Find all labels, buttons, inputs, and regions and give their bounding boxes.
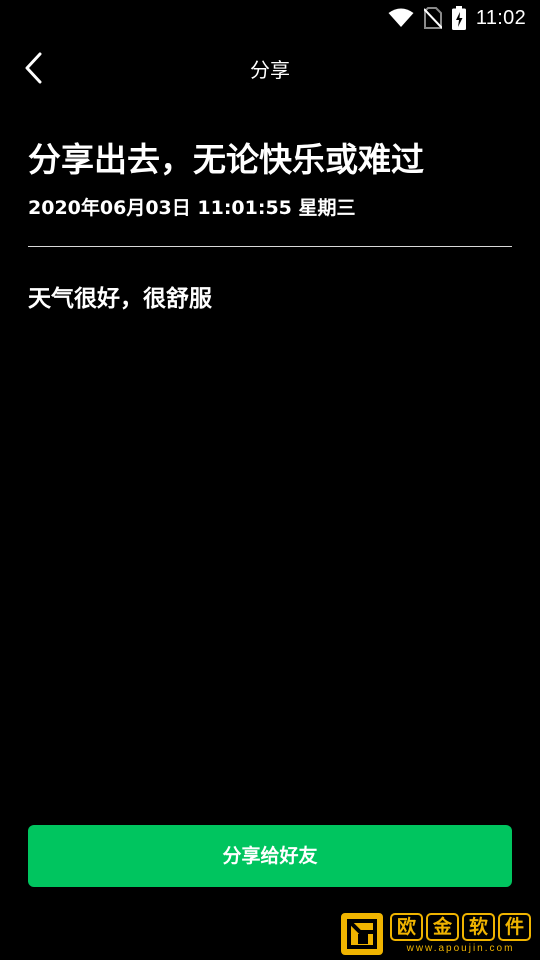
status-bar: 11:02 (0, 0, 540, 36)
battery-charging-icon (451, 6, 466, 30)
page-title: 分享 (250, 58, 290, 82)
post-content: 天气很好，很舒服 (28, 286, 212, 312)
watermark-char: 件 (498, 913, 531, 941)
watermark-char: 软 (462, 913, 495, 941)
watermark-url: www.apoujin.com (406, 943, 515, 954)
divider (28, 246, 512, 247)
watermark-char: 欧 (390, 913, 423, 941)
watermark-char: 金 (426, 913, 459, 941)
app-bar: 分享 (0, 40, 540, 100)
post-datetime: 2020年06月03日 11:01:55 星期三 (28, 197, 356, 219)
post-headline: 分享出去，无论快乐或难过 (28, 140, 424, 179)
watermark-logo-icon (340, 912, 384, 956)
watermark-text: 欧 金 软 件 www.apoujin.com (390, 913, 531, 955)
status-icons: 11:02 (388, 6, 526, 30)
share-to-friends-button[interactable]: 分享给好友 (28, 825, 512, 887)
status-time: 11:02 (475, 6, 526, 29)
no-sim-icon (423, 7, 442, 29)
wifi-icon (388, 8, 414, 28)
watermark: 欧 金 软 件 www.apoujin.com (340, 911, 536, 957)
